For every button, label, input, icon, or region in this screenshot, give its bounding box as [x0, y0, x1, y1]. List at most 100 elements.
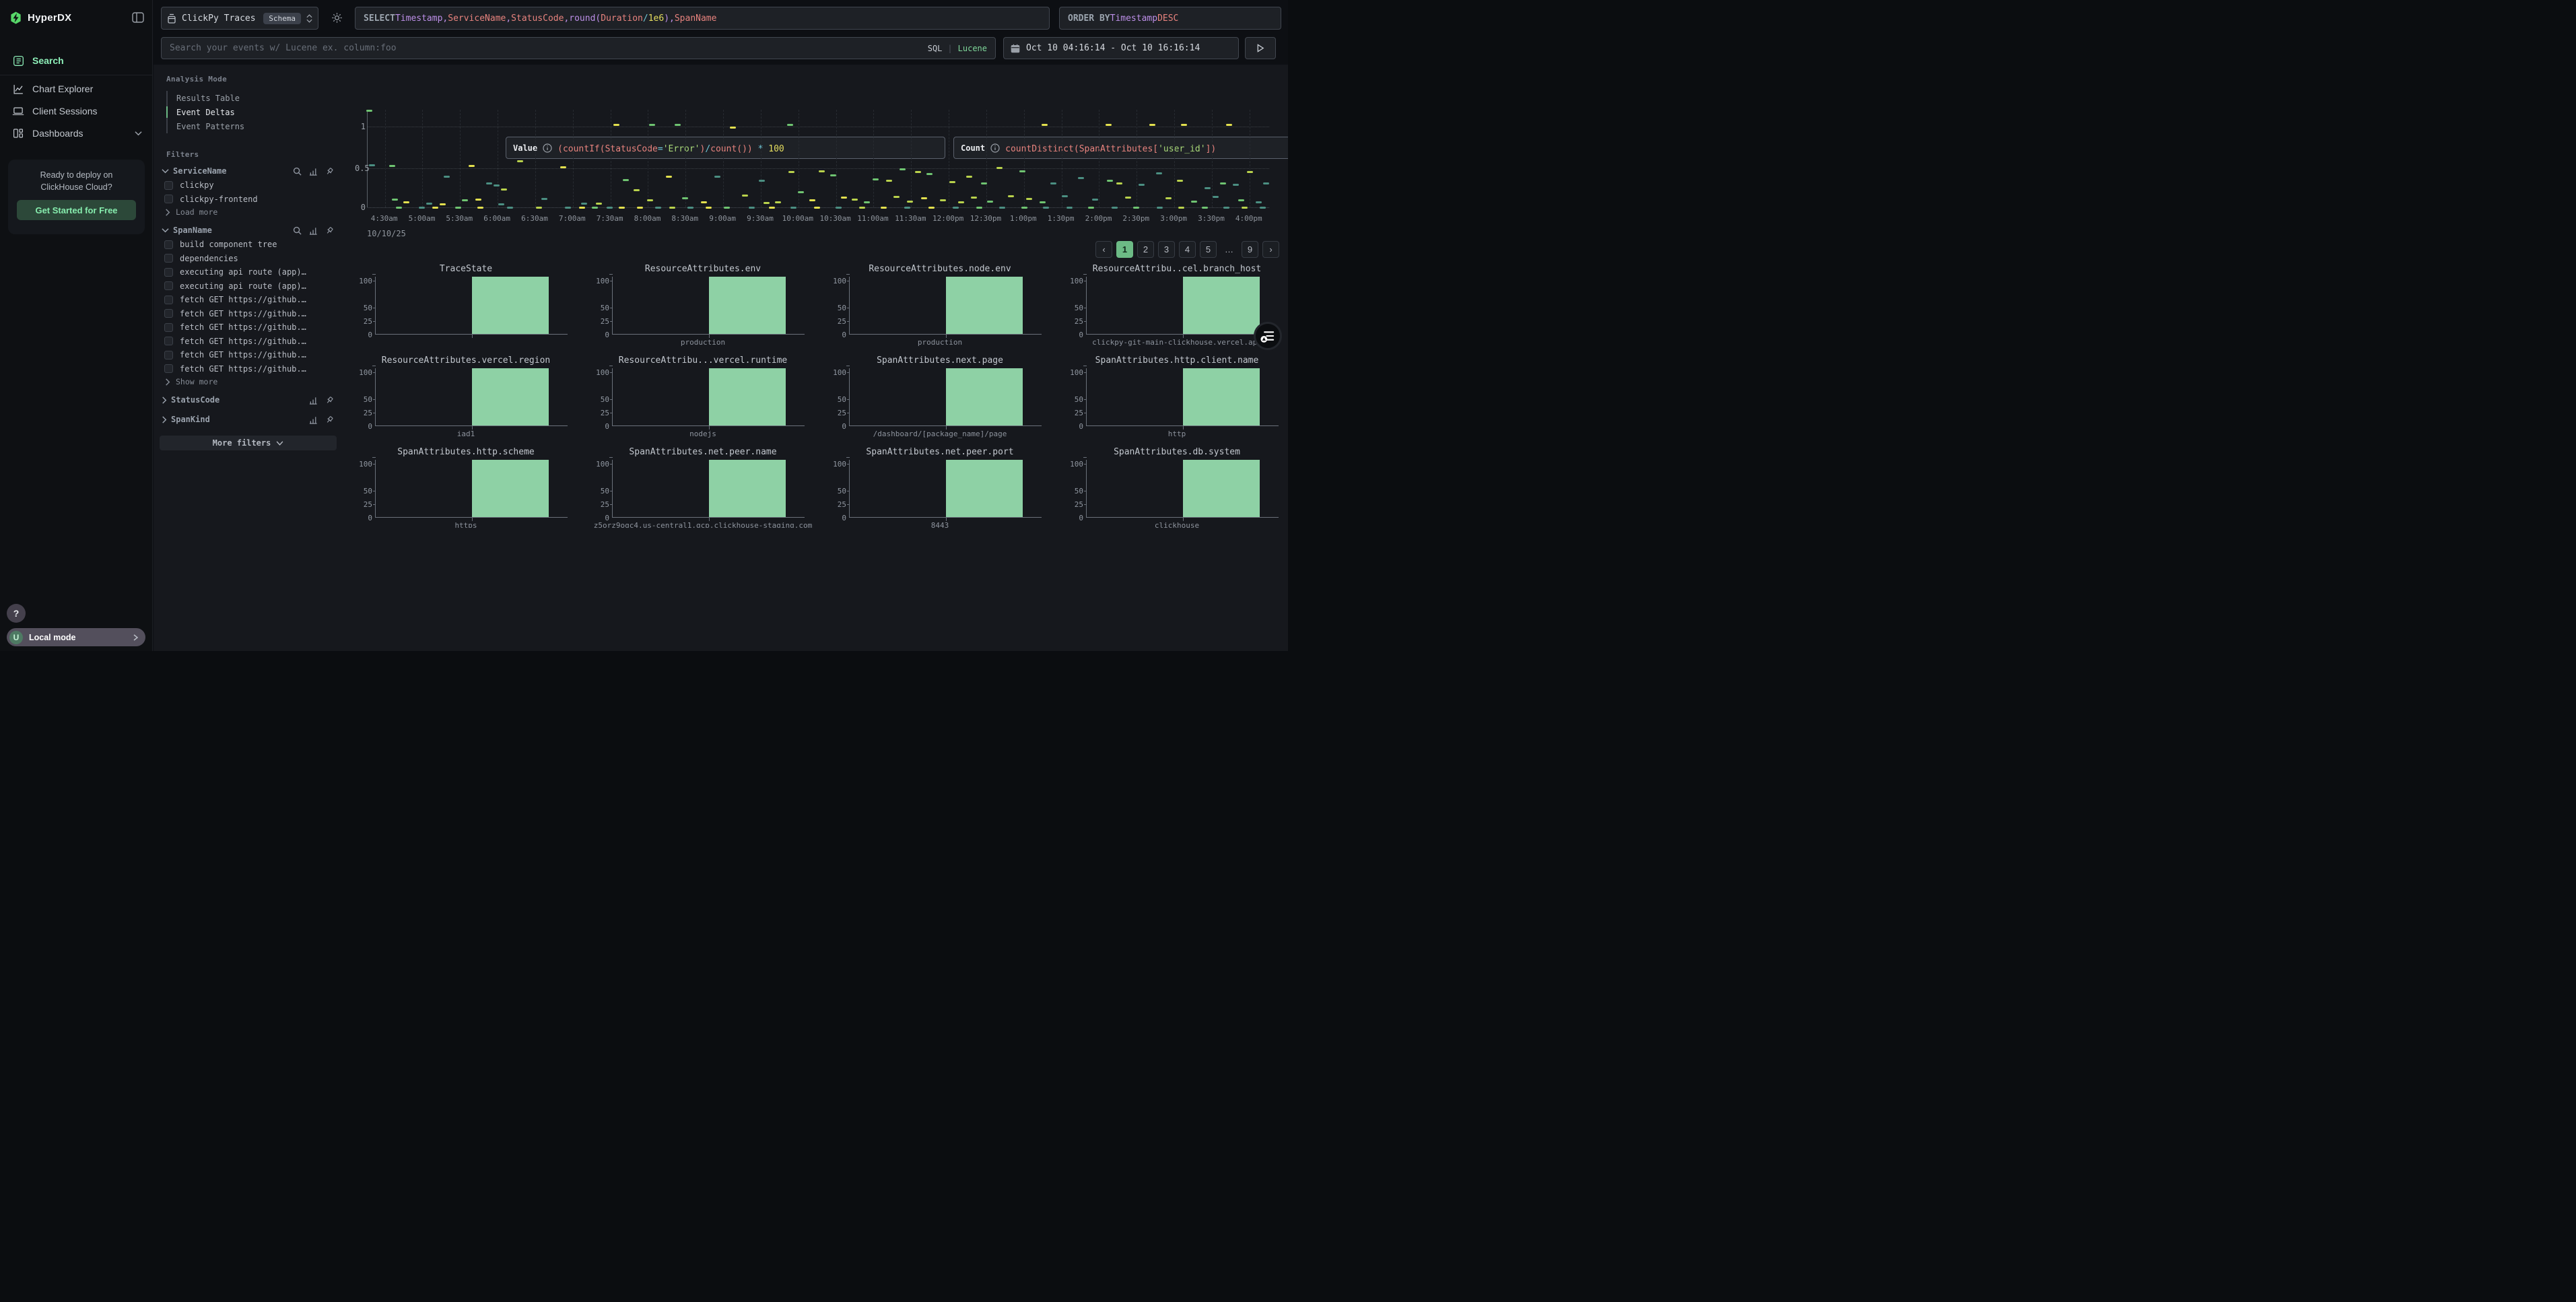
order-by-input[interactable]: ORDER BY Timestamp DESC — [1059, 7, 1281, 30]
sidebar-item-client-sessions[interactable]: Client Sessions — [0, 101, 153, 121]
filter-option[interactable]: fetch GET https://github.… — [160, 320, 337, 335]
attribute-chart-resourceattributes-env[interactable]: ResourceAttributes.env10050250production — [592, 264, 814, 353]
y-axis-tick — [373, 399, 376, 400]
date-range-picker[interactable]: Oct 10 04:16:14 - Oct 10 16:16:14 — [1003, 37, 1239, 59]
filter-option[interactable]: fetch GET https://github.… — [160, 293, 337, 307]
pagination-page-9[interactable]: 9 — [1242, 241, 1258, 258]
attribute-chart-spanattributes-http-scheme[interactable]: SpanAttributes.http.scheme10050250https — [355, 447, 577, 528]
local-mode-menu[interactable]: U Local mode — [7, 628, 145, 646]
filter-group-servicename: ServiceNameclickpyclickpy-frontendLoad m… — [160, 164, 337, 218]
attribute-chart-spanattributes-db-system[interactable]: SpanAttributes.db.system10050250clickhou… — [1066, 447, 1288, 528]
chart-body: 10050250 — [829, 277, 1051, 335]
attribute-chart-spanattributes-next-page[interactable]: SpanAttributes.next.page10050250/dashboa… — [829, 355, 1051, 444]
more-filters-button[interactable]: More filters — [160, 436, 337, 450]
local-mode-label: Local mode — [29, 633, 75, 642]
filter-group-icons — [293, 226, 334, 235]
search-input[interactable]: Search your events w/ Lucene ex. column:… — [161, 37, 996, 59]
delta-data-point — [915, 171, 921, 173]
attribute-chart-resourceattributes-vercel-region[interactable]: ResourceAttributes.vercel.region10050250… — [355, 355, 577, 444]
get-started-button[interactable]: Get Started for Free — [17, 200, 136, 220]
bar-chart-icon[interactable] — [309, 226, 318, 235]
chart-body: 10050250 — [592, 368, 814, 426]
pagination-page-5[interactable]: 5 — [1200, 241, 1217, 258]
lucene-mode-button[interactable]: Lucene — [958, 44, 987, 53]
attribute-chart-spanattributes-net-peer-name[interactable]: SpanAttributes.net.peer.name10050250z5or… — [592, 447, 814, 528]
checkbox[interactable] — [164, 296, 173, 304]
search-icon[interactable] — [293, 226, 302, 235]
checkbox[interactable] — [164, 254, 173, 263]
filter-option[interactable]: fetch GET https://github.… — [160, 348, 337, 362]
pagination-page-1[interactable]: 1 — [1116, 241, 1133, 258]
checkbox[interactable] — [164, 181, 173, 190]
sql-mode-button[interactable]: SQL — [928, 44, 943, 53]
pagination-prev-button[interactable]: ‹ — [1095, 241, 1112, 258]
filter-option[interactable]: clickpy-frontend — [160, 193, 337, 207]
filter-group-name: SpanKind — [171, 415, 210, 424]
data-source-select[interactable]: ClickPy Traces Schema — [161, 7, 318, 30]
sidebar-item-dashboards[interactable]: Dashboards — [0, 123, 153, 143]
analysis-mode-event-deltas[interactable]: Event Deltas — [168, 105, 337, 119]
filter-group-header-statuscode[interactable]: StatusCode — [160, 392, 337, 407]
event-deltas-chart[interactable]: 10.504:30am5:00am5:30am6:00am6:30am7:00a… — [355, 101, 1288, 244]
attribute-chart-resourceattributes-node-env[interactable]: ResourceAttributes.node.env10050250produ… — [829, 264, 1051, 353]
load-more-button[interactable]: Show more — [160, 376, 337, 388]
pin-icon[interactable] — [325, 167, 334, 176]
x-axis-tick-label: 9:00am — [709, 214, 736, 223]
pagination-page-3[interactable]: 3 — [1158, 241, 1175, 258]
chart-body: 10050250 — [829, 460, 1051, 518]
checkbox[interactable] — [164, 364, 173, 373]
checkbox[interactable] — [164, 309, 173, 318]
bar-chart-icon[interactable] — [309, 396, 318, 405]
bar-chart-icon[interactable] — [309, 415, 318, 424]
filter-option[interactable]: executing api route (app)… — [160, 279, 337, 294]
bar-chart-icon[interactable] — [309, 167, 318, 176]
attribute-chart-spanattributes-http-client-name[interactable]: SpanAttributes.http.client.name10050250h… — [1066, 355, 1288, 444]
filter-group-header-spanname[interactable]: SpanName — [160, 223, 337, 238]
pagination-page-4[interactable]: 4 — [1179, 241, 1196, 258]
run-query-button[interactable] — [1245, 37, 1276, 59]
delta-data-point — [1226, 124, 1232, 126]
gear-icon[interactable] — [331, 12, 345, 26]
filter-option[interactable]: executing api route (app)… — [160, 265, 337, 279]
pin-icon[interactable] — [325, 396, 334, 405]
y-axis-tick — [373, 464, 376, 465]
checkbox[interactable] — [164, 240, 173, 249]
analysis-mode-event-patterns[interactable]: Event Patterns — [168, 119, 337, 133]
pin-icon[interactable] — [325, 226, 334, 235]
pagination-page-2[interactable]: 2 — [1137, 241, 1154, 258]
search-icon[interactable] — [293, 167, 302, 176]
delta-data-point — [714, 176, 720, 178]
sidebar-item-search[interactable]: Search — [0, 50, 153, 71]
attribute-chart-resourceattribu-vercel-runtime[interactable]: ResourceAttribu...vercel.runtime10050250… — [592, 355, 814, 444]
pin-icon[interactable] — [325, 415, 334, 424]
attribute-chart-tracestate[interactable]: TraceState10050250 — [355, 264, 577, 353]
load-more-button[interactable]: Load more — [160, 206, 337, 218]
sidebar-item-chart-explorer[interactable]: Chart Explorer — [0, 79, 153, 99]
help-button[interactable]: ? — [7, 604, 26, 623]
analysis-mode-results-table[interactable]: Results Table — [168, 91, 337, 105]
checkbox[interactable] — [164, 281, 173, 290]
feedback-fab-button[interactable] — [1254, 322, 1282, 350]
delta-data-point — [494, 184, 500, 186]
filter-group-header-servicename[interactable]: ServiceName — [160, 164, 337, 178]
chart-body: 10050250 — [592, 277, 814, 335]
filter-option[interactable]: clickpy — [160, 178, 337, 193]
filter-group-header-spankind[interactable]: SpanKind — [160, 412, 337, 427]
delta-data-point — [647, 199, 653, 201]
pagination-next-button[interactable]: › — [1262, 241, 1279, 258]
checkbox[interactable] — [164, 195, 173, 203]
checkbox[interactable] — [164, 268, 173, 277]
checkbox[interactable] — [164, 323, 173, 332]
filter-option[interactable]: fetch GET https://github.… — [160, 335, 337, 349]
attribute-chart-spanattributes-net-peer-port[interactable]: SpanAttributes.net.peer.port100502508443 — [829, 447, 1051, 528]
collapse-sidebar-icon[interactable] — [132, 12, 144, 23]
filter-option-label: fetch GET https://github.… — [180, 322, 306, 332]
checkbox[interactable] — [164, 337, 173, 345]
filter-option[interactable]: build component tree — [160, 238, 337, 252]
filter-option[interactable]: dependencies — [160, 252, 337, 266]
checkbox[interactable] — [164, 351, 173, 359]
sql-select-input[interactable]: SELECT Timestamp, ServiceName, StatusCod… — [355, 7, 1050, 30]
filter-option[interactable]: fetch GET https://github.… — [160, 307, 337, 321]
filter-option[interactable]: fetch GET https://github.… — [160, 362, 337, 376]
y-axis-tick — [1084, 504, 1087, 505]
